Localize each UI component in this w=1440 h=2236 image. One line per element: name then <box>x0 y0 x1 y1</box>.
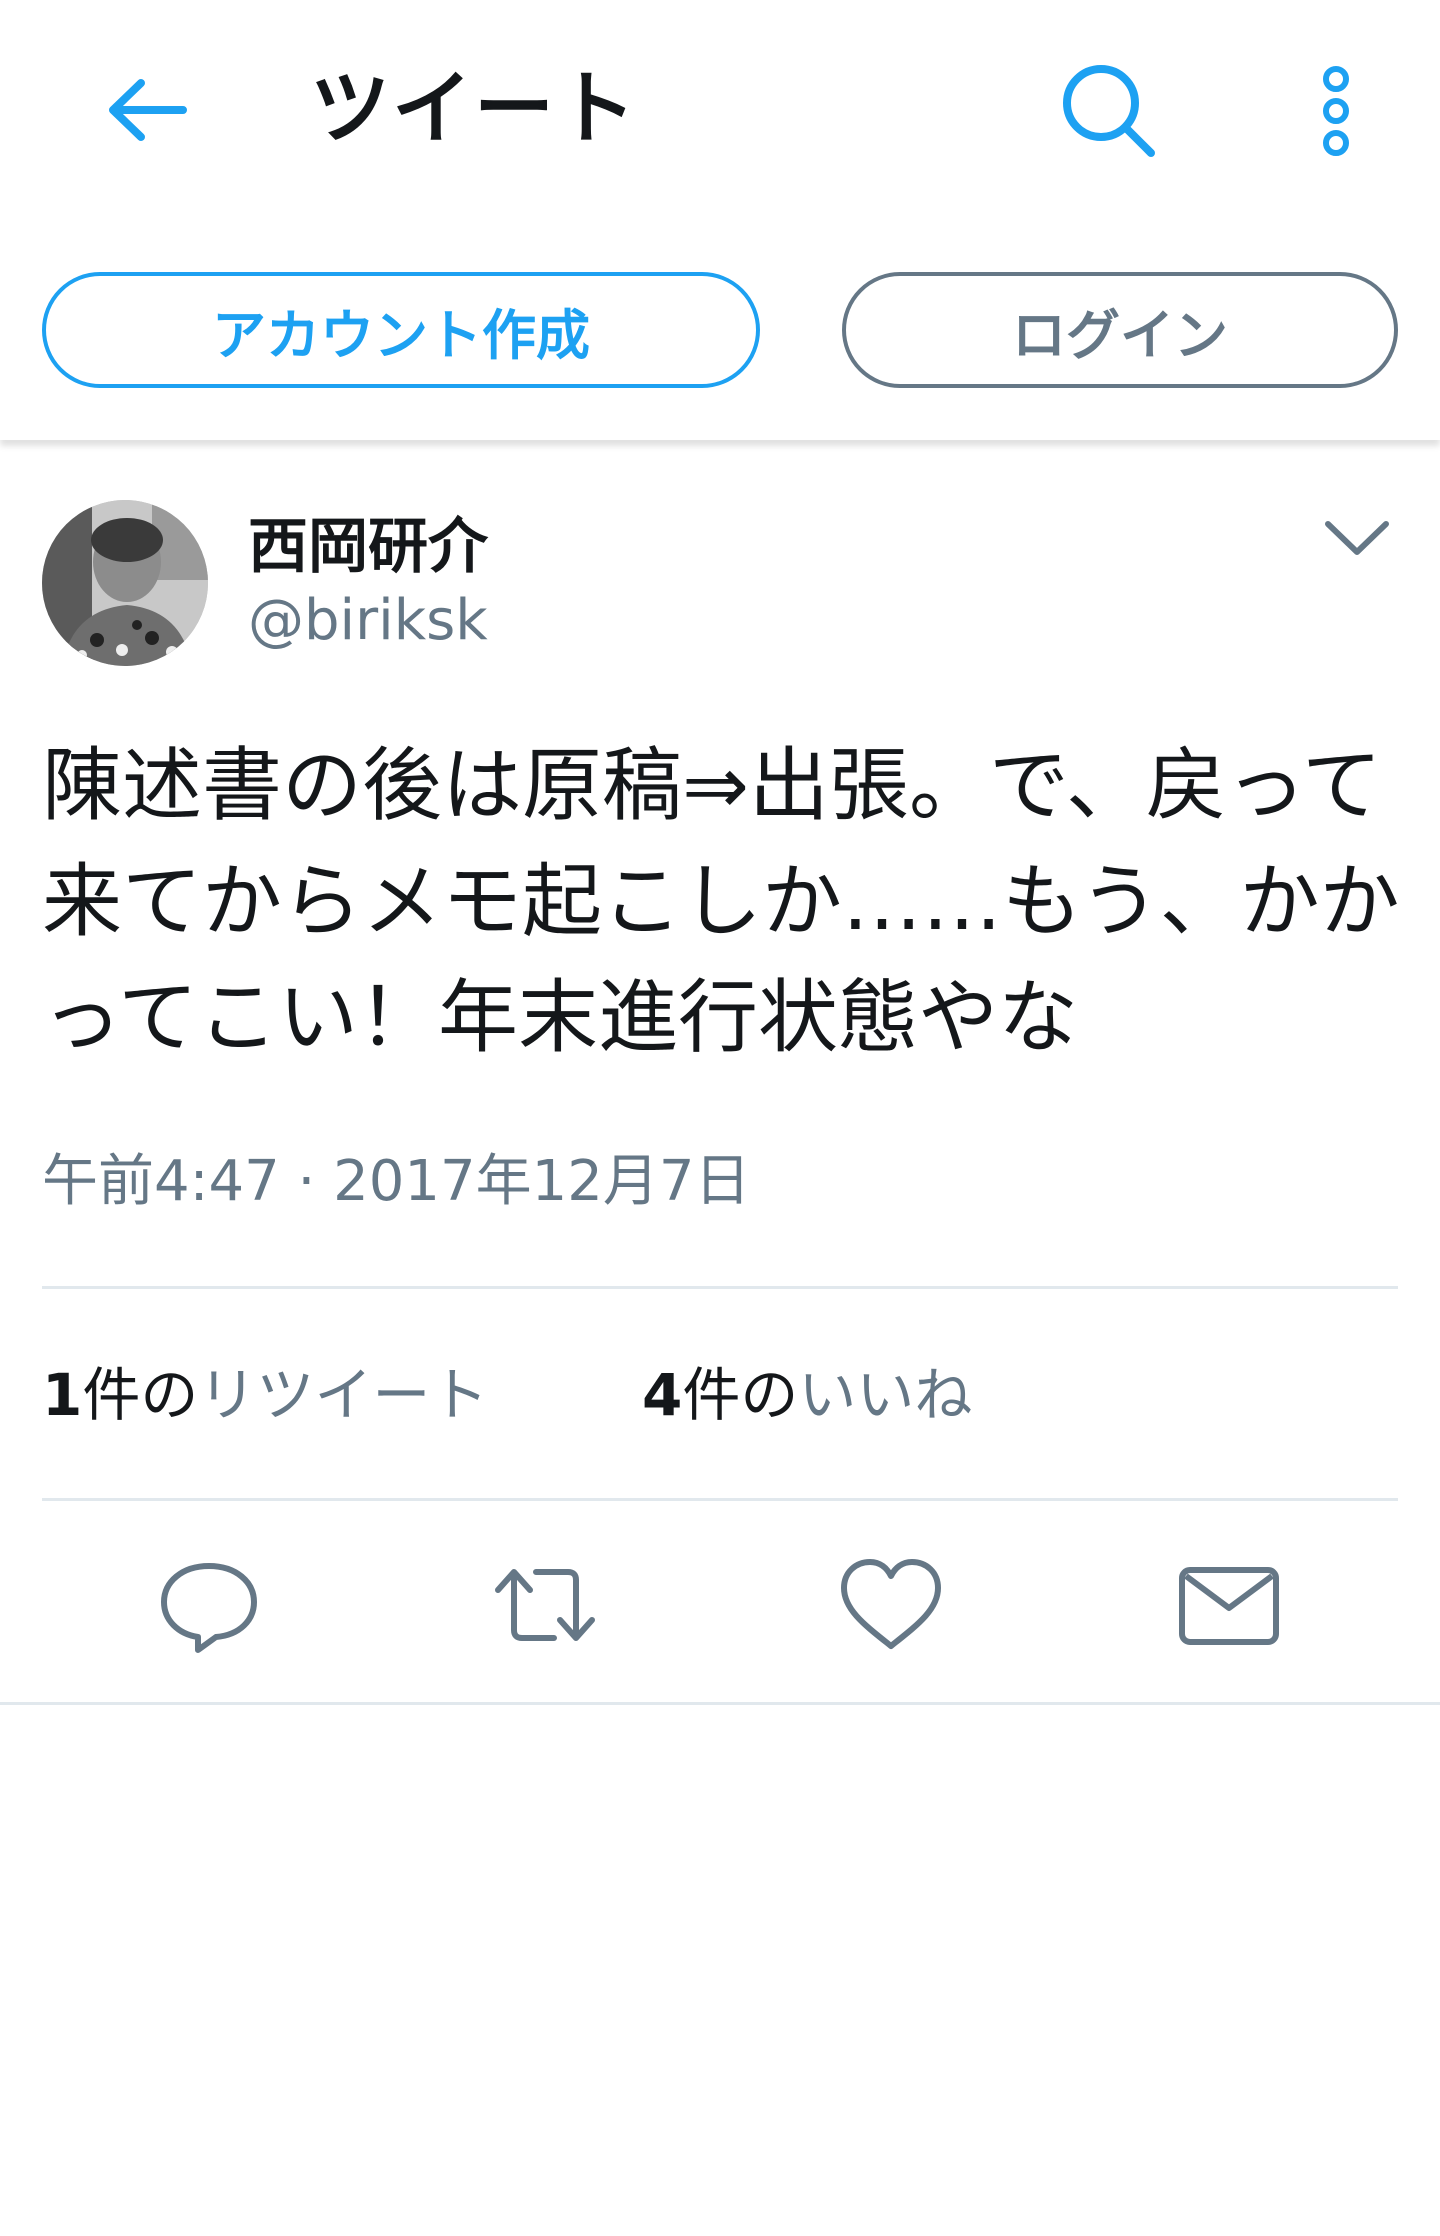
login-button[interactable]: ログイン <box>842 272 1398 388</box>
tweet-menu-button[interactable] <box>1322 512 1392 562</box>
like-count-unit: 件の <box>682 1361 799 1429</box>
avatar[interactable] <box>42 500 208 666</box>
retweet-button[interactable] <box>490 1550 600 1660</box>
more-options-button[interactable] <box>1306 56 1366 166</box>
search-button[interactable] <box>1054 56 1164 166</box>
back-button[interactable] <box>96 60 196 160</box>
search-icon <box>1063 65 1155 157</box>
retweet-count-link[interactable]: 1件のリツイート <box>42 1348 488 1432</box>
top-header: ツイート アカウント作成 ログイン <box>0 0 1440 440</box>
author-name[interactable]: 西岡研介 <box>248 498 488 585</box>
like-button[interactable] <box>836 1550 946 1660</box>
back-arrow-icon <box>109 79 187 141</box>
like-count-link[interactable]: 4件のいいね <box>642 1348 972 1432</box>
retweet-count: 1 <box>42 1361 83 1429</box>
create-account-button[interactable]: アカウント作成 <box>42 272 760 388</box>
profile-photo <box>42 500 208 666</box>
chevron-down-icon <box>1325 521 1389 555</box>
tweet-timestamp: 午前4:47 · 2017年12月7日 <box>42 1149 751 1214</box>
page-title: ツイート <box>310 62 638 155</box>
reply-button[interactable] <box>154 1550 264 1660</box>
divider <box>0 1702 1440 1705</box>
like-count: 4 <box>642 1361 683 1429</box>
author-handle[interactable]: @biriksk <box>248 588 488 653</box>
divider <box>42 1498 1398 1501</box>
like-icon <box>841 1559 941 1649</box>
more-vertical-icon <box>1323 66 1349 156</box>
direct-message-button[interactable] <box>1174 1550 1284 1660</box>
retweet-icon <box>495 1569 595 1641</box>
tweet-text: 陳述書の後は原稿⇒出張。で、戻って来てからメモ起こしか……もう、かかってこい！年… <box>42 739 1400 1064</box>
like-count-label: いいね <box>798 1361 973 1429</box>
reply-icon <box>161 1563 257 1653</box>
divider <box>42 1286 1398 1289</box>
message-icon <box>1179 1567 1279 1645</box>
retweet-count-unit: 件の <box>82 1361 199 1429</box>
retweet-count-label: リツイート <box>198 1361 489 1429</box>
